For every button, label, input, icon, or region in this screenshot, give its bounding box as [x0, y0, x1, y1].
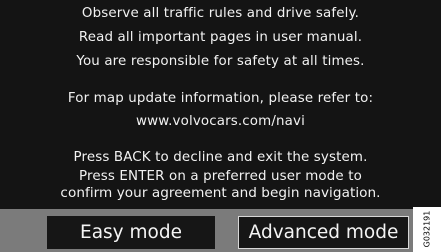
back-instruction-line: Press BACK to decline and exit the syste…: [73, 150, 368, 165]
advanced-mode-button[interactable]: Advanced mode: [238, 216, 409, 249]
disclaimer-line-2: Read all important pages in user manual.: [78, 30, 363, 45]
mode-button-bar: Easy mode Advanced mode: [0, 209, 441, 252]
disclaimer-line-1: Observe all traffic rules and drive safe…: [81, 6, 360, 21]
figure-id-text: G032191: [422, 210, 432, 248]
navigation-disclaimer-screen: Observe all traffic rules and drive safe…: [0, 0, 441, 252]
map-update-info-line: For map update information, please refer…: [67, 91, 374, 106]
enter-instruction-line-1: Press ENTER on a preferred user mode to: [79, 169, 362, 184]
figure-id-label: G032191: [413, 207, 441, 252]
enter-instruction-line-2: confirm your agreement and begin navigat…: [60, 185, 381, 201]
disclaimer-line-3: You are responsible for safety at all ti…: [76, 54, 365, 69]
easy-mode-button[interactable]: Easy mode: [47, 216, 215, 249]
map-update-url: www.volvocars.com/navi: [136, 114, 305, 129]
